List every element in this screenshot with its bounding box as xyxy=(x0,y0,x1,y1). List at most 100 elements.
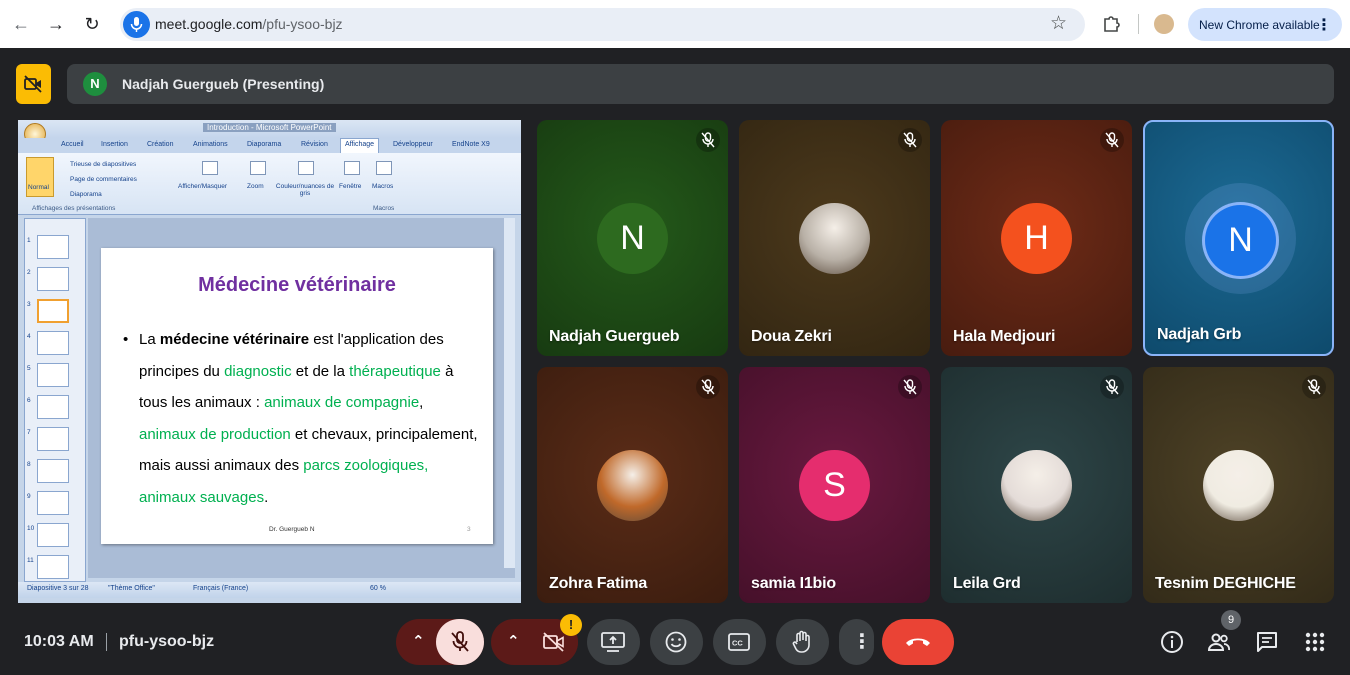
star-icon[interactable]: ☆ xyxy=(1050,12,1067,35)
slide-thumbnail xyxy=(37,331,69,355)
pp-tab: Révision xyxy=(301,141,328,148)
ribbon-label: Normal xyxy=(28,184,49,191)
participant-name: Tesnim DEGHICHE xyxy=(1155,575,1296,592)
zoom-icon xyxy=(250,161,266,175)
zoom-level: 60 % xyxy=(370,585,386,592)
captions-button[interactable]: CC xyxy=(713,619,766,665)
ribbon-group-label: Affichages des présentations xyxy=(32,205,116,212)
chevron-up-icon[interactable]: ⌃ xyxy=(507,632,520,650)
slide-thumbnail xyxy=(37,267,69,291)
slide-editing-area: Médecine vétérinaire • La médecine vétér… xyxy=(88,218,515,578)
participant-name: Zohra Fatima xyxy=(549,575,648,592)
participant-tile[interactable]: H Hala Medjouri xyxy=(941,120,1132,356)
ribbon-group-label: Macros xyxy=(373,205,395,212)
more-vert-icon: ⋮ xyxy=(852,631,872,653)
presenting-banner: N Nadjah Guergueb (Presenting) xyxy=(67,64,1334,104)
call-end-icon xyxy=(906,638,930,646)
slide-author: Dr. Guergueb N xyxy=(269,526,315,533)
info-icon[interactable] xyxy=(1160,630,1184,654)
self-view-camera-off[interactable] xyxy=(16,64,51,104)
forward-arrow-icon[interactable]: → xyxy=(44,12,68,36)
avatar: S xyxy=(799,450,870,521)
participant-name: Nadjah Guergueb xyxy=(549,328,680,345)
mic-off-button[interactable] xyxy=(436,619,484,665)
thumb-number: 11 xyxy=(27,557,34,564)
thumb-number: 5 xyxy=(27,365,31,372)
pp-tab: Création xyxy=(147,141,174,148)
mic-off-icon xyxy=(1100,128,1124,152)
participant-tile[interactable]: Doua Zekri xyxy=(739,120,930,356)
participant-name: Leila Grd xyxy=(953,575,1021,592)
clock: 10:03 AM xyxy=(24,633,94,650)
slide-page-number: 3 xyxy=(467,526,471,533)
slide-thumbnail xyxy=(37,459,69,483)
ribbon-label: Macros xyxy=(372,183,394,190)
avatar: N xyxy=(1205,205,1276,276)
ribbon-label: Trieuse de diapositives xyxy=(70,161,137,168)
mic-control[interactable]: ⌃ xyxy=(396,619,484,665)
more-options-button[interactable]: ⋮ xyxy=(839,619,874,665)
chevron-up-icon[interactable]: ⌃ xyxy=(412,632,425,650)
more-vert-icon[interactable]: ⋮ xyxy=(1316,15,1332,35)
participant-name: Nadjah Grb xyxy=(1157,326,1242,343)
browser-toolbar: ← → ↻ meet.google.com/pfu-ysoo-bjz ☆ New… xyxy=(0,0,1350,48)
videocam-off-icon xyxy=(543,632,564,652)
thumb-number: 2 xyxy=(27,269,31,276)
leave-call-button[interactable] xyxy=(882,619,954,665)
thumb-number: 4 xyxy=(27,333,31,340)
vertical-scrollbar xyxy=(504,218,515,568)
powerpoint-ribbon: Normal Trieuse de diapositives Page de c… xyxy=(18,153,521,215)
participant-tile[interactable]: N Nadjah Grb xyxy=(1143,120,1334,356)
svg-text:CC: CC xyxy=(732,639,743,648)
meeting-code: pfu-ysoo-bjz xyxy=(119,633,215,650)
mic-off-icon xyxy=(1100,375,1124,399)
thumb-number: 3 xyxy=(27,301,31,308)
emoji-icon xyxy=(665,631,687,653)
chrome-update-button[interactable]: New Chrome available ⋮ xyxy=(1188,8,1342,41)
reload-icon[interactable]: ↻ xyxy=(80,12,104,36)
avatar-photo xyxy=(1203,450,1274,521)
mic-off-icon xyxy=(696,128,720,152)
puzzle-icon[interactable] xyxy=(1102,13,1122,33)
powerpoint-window-title: Introduction - Microsoft PowerPoint xyxy=(203,123,336,132)
mic-off-icon xyxy=(1302,375,1326,399)
raise-hand-button[interactable] xyxy=(776,619,829,665)
warning-badge-icon: ! xyxy=(560,614,582,636)
slide-thumbnail xyxy=(37,363,69,387)
ribbon-label: Afficher/Masquer xyxy=(178,183,228,190)
closed-caption-icon: CC xyxy=(728,633,750,651)
participant-tile[interactable]: Tesnim DEGHICHE xyxy=(1143,367,1334,603)
chat-icon[interactable] xyxy=(1255,630,1279,654)
address-bar[interactable]: meet.google.com/pfu-ysoo-bjz ☆ xyxy=(120,8,1085,41)
thumb-number: 7 xyxy=(27,429,31,436)
videocam-off-icon xyxy=(24,75,42,93)
pp-tab: Accueil xyxy=(61,141,84,148)
thumb-number: 6 xyxy=(27,397,31,404)
people-icon[interactable] xyxy=(1207,630,1231,654)
reactions-button[interactable] xyxy=(650,619,703,665)
presenter-label: Nadjah Guergueb (Presenting) xyxy=(122,76,325,92)
mic-icon[interactable] xyxy=(123,11,150,38)
pp-tab: Développeur xyxy=(393,141,433,148)
normal-view-button xyxy=(26,157,54,197)
present-screen-icon xyxy=(601,632,625,652)
avatar-photo xyxy=(1001,450,1072,521)
ribbon-label: Couleur/nuances de gris xyxy=(275,183,335,197)
mic-off-icon xyxy=(696,375,720,399)
slide-thumbnail-selected xyxy=(37,299,69,323)
mic-off-icon xyxy=(451,631,469,652)
shared-screen[interactable]: Introduction - Microsoft PowerPoint Accu… xyxy=(18,120,521,603)
macros-icon xyxy=(376,161,392,175)
slide-thumbnail xyxy=(37,523,69,547)
profile-avatar[interactable] xyxy=(1154,14,1174,34)
powerpoint-ribbon-tabs: Accueil Insertion Création Animations Di… xyxy=(18,138,521,153)
participant-tile[interactable]: Zohra Fatima xyxy=(537,367,728,603)
apps-grid-icon[interactable] xyxy=(1303,630,1327,654)
participant-tile[interactable]: Ssamia I1bio xyxy=(739,367,930,603)
participant-tile[interactable]: Leila Grd xyxy=(941,367,1132,603)
pp-tab: Diaporama xyxy=(247,141,282,148)
participant-tile[interactable]: N Nadjah Guergueb xyxy=(537,120,728,356)
back-arrow-icon[interactable]: ← xyxy=(9,12,33,36)
present-now-button[interactable] xyxy=(587,619,640,665)
ribbon-label: Diaporama xyxy=(70,191,102,198)
